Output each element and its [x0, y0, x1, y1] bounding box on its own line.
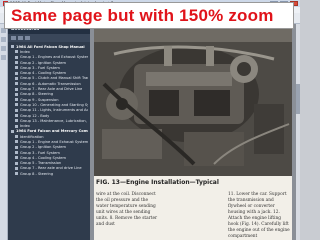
- bookmark-label: Index: [20, 49, 30, 54]
- bookmark-icon: [15, 87, 18, 91]
- bookmark-item[interactable]: 1964 Ford Falcon and Mercury Comet Suppl…: [11, 129, 88, 134]
- bookmark-label: Group 2 - Ignition System: [20, 145, 66, 150]
- vertical-scrollbar[interactable]: [296, 24, 300, 240]
- bookmark-icon: [15, 145, 18, 149]
- bookmark-label: Group 8 - Steering: [20, 171, 54, 176]
- bookmarks-panel-icon[interactable]: [1, 37, 6, 42]
- scrollbar-thumb[interactable]: [296, 84, 300, 114]
- bookmark-icon: [11, 129, 14, 133]
- bookmark-label: Identification: [20, 134, 44, 139]
- bookmark-label: Group 11 - Lights, Instruments and Acces…: [20, 108, 88, 113]
- bookmark-icon: [15, 161, 18, 165]
- bookmark-label: Group 1 - Engine and Exhaust System: [20, 139, 88, 144]
- bookmark-icon: [15, 66, 18, 70]
- bookmark-icon: [15, 114, 18, 117]
- bookmark-label: Group 5 - Clutch and Manual Shift Transm…: [20, 76, 88, 81]
- pdf-page: FIG. 13—Engine Installation—Typical wire…: [94, 24, 292, 240]
- new-bookmark-icon[interactable]: [25, 36, 30, 40]
- bookmark-label: Group 4 - Cooling System: [20, 71, 66, 76]
- acrobat-window: 1985 All Ford Motor Shop Manual - Adobe …: [0, 0, 300, 240]
- bookmark-icon: [15, 156, 18, 160]
- bookmark-icon: [15, 140, 18, 144]
- bookmark-item[interactable]: Group 13 - Maintenance, Lubrication, Ide…: [11, 118, 88, 123]
- bookmark-label: 1964 All Ford Falcon Shop Manual: [16, 44, 85, 49]
- bookmark-icon: [15, 55, 18, 59]
- bookmark-label: Group 1 - Engines and Exhaust System: [20, 55, 88, 60]
- bookmark-icon: [15, 166, 18, 170]
- bookmark-label: Group 4 - Cooling System: [20, 155, 66, 160]
- text-column-1: wire at the coil. Disconnect the oil pre…: [96, 192, 158, 227]
- bookmark-item[interactable]: Group 11 - Lights, Instruments and Acces…: [11, 108, 88, 113]
- bookmark-label: Group 8 - Steering: [20, 92, 54, 97]
- text-column-2: [162, 192, 224, 240]
- bookmark-item[interactable]: Group 10 - Generating and Starting Syste…: [11, 102, 88, 107]
- bookmark-label: 1964 Ford Falcon and Mercury Comet Suppl…: [16, 129, 88, 134]
- bookmarks-toolbar: [8, 34, 90, 42]
- bookmark-icon: [15, 71, 18, 75]
- bookmark-icon: [15, 76, 18, 80]
- bookmark-item[interactable]: Group 5 - Clutch and Manual Shift Transm…: [11, 76, 88, 81]
- bookmark-icon: [15, 124, 18, 128]
- comments-panel-icon[interactable]: [1, 55, 6, 60]
- bookmark-label: Group 6 - Automatic Transmission: [20, 81, 81, 86]
- bookmark-label: Group 7 - Rear axle and drive Line: [20, 166, 82, 171]
- bookmark-label: Group 2 - Ignition System: [20, 60, 66, 65]
- attachments-panel-icon[interactable]: [1, 46, 6, 51]
- bookmark-item[interactable]: Group 8 - Steering: [11, 171, 88, 176]
- bookmark-icon: [15, 172, 18, 176]
- bookmark-label: Group 7 - Rear Axle and Drive Line: [20, 87, 83, 92]
- bookmarks-panel: Bookmarks 1964 All Ford Falcon Shop Manu…: [8, 24, 90, 240]
- bookmark-item[interactable]: Group 6 - Automatic Transmission: [11, 81, 88, 86]
- bookmarks-list: 1964 All Ford Falcon Shop Manual Index Gro…: [8, 42, 90, 176]
- bookmark-label: Group 10 - Generating and Starting Syste…: [20, 102, 88, 107]
- bookmark-icon: [15, 98, 18, 102]
- bookmark-icon: [15, 119, 18, 123]
- bookmark-icon: [11, 45, 14, 49]
- bookmark-label: Index: [20, 124, 30, 129]
- bookmark-label: Group 13 - Maintenance, Lubrication, Ide…: [20, 118, 88, 123]
- bookmark-icon: [15, 135, 18, 139]
- engine-installation-photo: [94, 24, 292, 176]
- bookmark-item[interactable]: Group 1 - Engine and Exhaust System: [11, 139, 88, 144]
- bookmark-icon: [15, 61, 18, 65]
- navigation-rail: [0, 24, 8, 240]
- bookmark-label: Group 9 - Suspension: [20, 97, 59, 102]
- bookmark-label: Group 3 - Fuel System: [20, 65, 60, 70]
- bookmark-item[interactable]: Group 7 - Rear Axle and Drive Line: [11, 86, 88, 91]
- bookmark-icon: [15, 50, 18, 54]
- text-columns: wire at the coil. Disconnect the oil pre…: [96, 192, 290, 240]
- bookmark-options-icon[interactable]: [11, 36, 16, 40]
- bookmark-icon: [15, 82, 18, 86]
- bookmark-label: Group 12 - Body: [20, 113, 50, 118]
- bookmark-item[interactable]: Group 7 - Rear axle and drive Line: [11, 166, 88, 171]
- banner-text: Same page but with 150% zoom: [11, 5, 274, 25]
- bookmark-item[interactable]: 1964 All Ford Falcon Shop Manual: [11, 44, 88, 49]
- bookmark-icon: [15, 92, 18, 96]
- bookmark-icon: [15, 151, 18, 155]
- bookmark-icon: [15, 103, 18, 107]
- delete-bookmark-icon[interactable]: [18, 36, 23, 40]
- zoom-annotation-banner: Same page but with 150% zoom: [4, 2, 294, 29]
- bookmark-icon: [15, 108, 18, 112]
- bookmark-label: Group 3 - Fuel System: [20, 150, 60, 155]
- bookmark-label: Group 5 - Transmission: [20, 161, 62, 166]
- bookmark-item[interactable]: Group 1 - Engines and Exhaust System: [11, 55, 88, 60]
- text-column-3: 11. Lower the car. Support the transmiss…: [228, 192, 290, 239]
- figure-caption: FIG. 13—Engine Installation—Typical: [96, 179, 219, 186]
